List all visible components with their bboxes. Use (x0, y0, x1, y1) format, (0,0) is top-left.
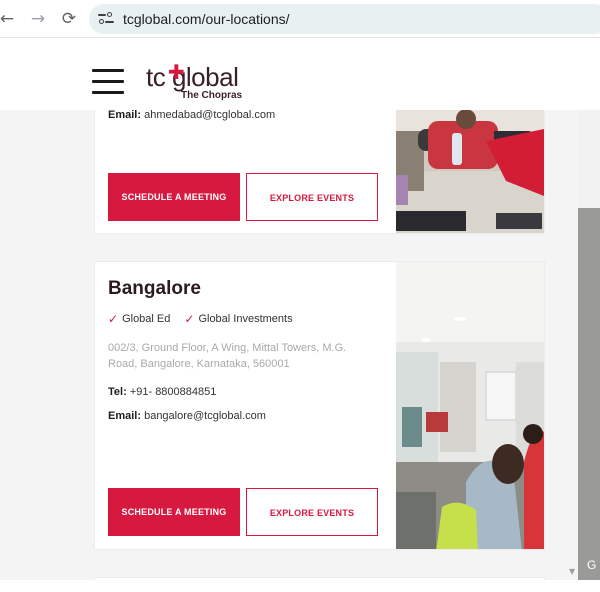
office-photo-ahmedabad (396, 110, 544, 233)
address-bar[interactable]: tcglobal.com/our-locations/ (89, 4, 600, 34)
check-icon: ✓ (108, 312, 119, 326)
email-label: Email: (108, 110, 142, 121)
address-text: 002/3, Ground Floor, A Wing, Mittal Towe… (108, 342, 347, 370)
service-label: Global Ed (122, 313, 171, 325)
side-panel-label: G (587, 558, 597, 572)
site-header: tc global ✚ The Chopras (0, 38, 600, 110)
office-photo-bangalore (396, 262, 544, 549)
location-card-ahmedabad: Email: ahmedabad@tcglobal.com SCHEDULE A… (94, 110, 545, 234)
service-label: Global Investments (198, 313, 293, 325)
service-item: ✓ Global Investments (184, 312, 292, 326)
check-icon: ✓ (184, 312, 195, 326)
page-bottom (0, 580, 600, 592)
service-item: ✓ Global Ed (108, 312, 170, 326)
location-card-bangalore: Bangalore ✓ Global Ed ✓ Global Investmen… (94, 261, 545, 550)
schedule-meeting-button[interactable]: SCHEDULE A MEETING (108, 173, 240, 221)
tel-label: Tel: (108, 386, 127, 398)
reload-icon[interactable]: ⟳ (58, 8, 80, 30)
forward-arrow-icon[interactable]: → (27, 8, 49, 30)
schedule-meeting-button[interactable]: SCHEDULE A MEETING (108, 488, 240, 536)
menu-icon[interactable] (92, 69, 124, 95)
email-link[interactable]: ahmedabad@tcglobal.com (144, 110, 275, 121)
email-link[interactable]: bangalore@tcglobal.com (144, 410, 266, 422)
email-line: Email: ahmedabad@tcglobal.com (108, 110, 275, 121)
tcglobal-logo[interactable]: tc global ✚ The Chopras (146, 60, 256, 102)
logo-subtitle: The Chopras (181, 90, 243, 101)
back-arrow-icon[interactable]: ← (0, 8, 18, 30)
email-label: Email: (108, 410, 142, 422)
email-line: Email: bangalore@tcglobal.com (108, 410, 266, 422)
service-list: ✓ Global Ed ✓ Global Investments (108, 312, 293, 326)
tel-link[interactable]: +91- 8800884851 (130, 386, 217, 398)
city-name: Bangalore (108, 278, 201, 299)
tel-line: Tel: +91- 8800884851 (108, 386, 216, 398)
logo-plus-icon: ✚ (168, 60, 185, 84)
url-text: tcglobal.com/our-locations/ (123, 11, 290, 27)
browser-toolbar: ← → ⟳ tcglobal.com/our-locations/ (0, 0, 600, 38)
explore-events-button[interactable]: EXPLORE EVENTS (246, 488, 378, 536)
locations-list: Email: ahmedabad@tcglobal.com SCHEDULE A… (0, 110, 600, 580)
scroll-down-icon[interactable]: ▼ (569, 567, 575, 576)
side-panel: G (578, 110, 600, 580)
logo-text: tc global (146, 62, 239, 92)
side-panel-top (578, 110, 600, 208)
explore-events-button[interactable]: EXPLORE EVENTS (246, 173, 378, 221)
site-settings-icon[interactable] (98, 12, 114, 26)
